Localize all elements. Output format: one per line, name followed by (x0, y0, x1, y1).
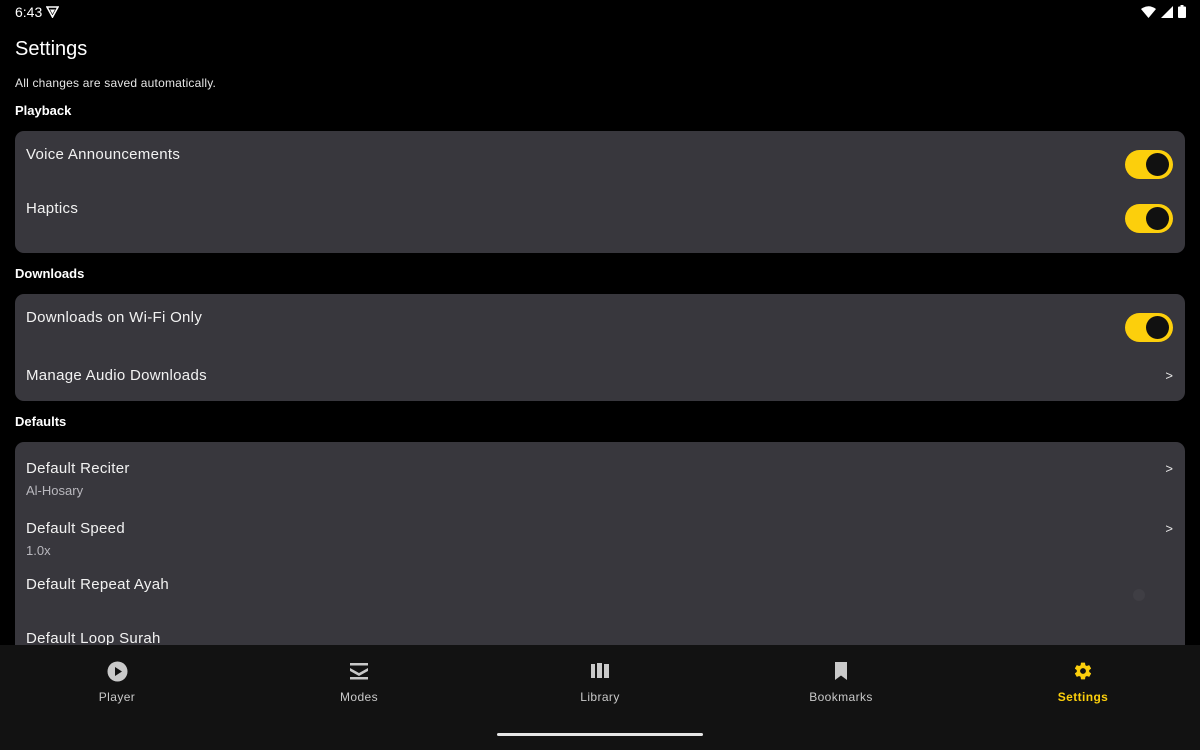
repeat-ayah-toggle[interactable] (1125, 581, 1173, 610)
voice-announcements-toggle[interactable] (1125, 150, 1173, 179)
nav-item-modes[interactable]: Modes (239, 645, 479, 725)
section-label-defaults: Defaults (15, 414, 67, 429)
setting-title: Voice Announcements (26, 146, 181, 163)
setting-title: Manage Audio Downloads (26, 367, 207, 384)
setting-title: Default Speed (26, 520, 125, 537)
vpn-icon (45, 5, 60, 23)
nav-item-library[interactable]: Library (480, 645, 720, 725)
wifi-only-toggle[interactable] (1125, 313, 1173, 342)
nav-label: Modes (339, 690, 379, 704)
bookmark-icon (830, 660, 852, 682)
setting-title: Default Repeat Ayah (26, 576, 170, 593)
nav-item-player[interactable]: Player (0, 645, 237, 725)
setting-value: Al-Hosary (26, 483, 84, 498)
setting-row-wifi-only[interactable]: Downloads on Wi-Fi Only (15, 294, 1185, 354)
downloads-card: Downloads on Wi-Fi Only Manage Audio Dow… (15, 294, 1185, 401)
setting-row-default-reciter[interactable]: Default Reciter Al-Hosary > (15, 442, 1185, 502)
play-circle-icon (106, 660, 128, 682)
page-subtitle: All changes are saved automatically. (15, 76, 217, 90)
haptics-toggle[interactable] (1125, 204, 1173, 233)
setting-title: Haptics (26, 200, 79, 217)
defaults-card: Default Reciter Al-Hosary > Default Spee… (15, 442, 1185, 672)
status-time: 6:43 (15, 4, 43, 20)
nav-item-settings[interactable]: Settings (963, 645, 1200, 725)
section-label-playback: Playback (15, 103, 72, 118)
chevron-right-icon: > (1165, 461, 1173, 476)
setting-row-manage-audio-downloads[interactable]: Manage Audio Downloads > (15, 354, 1185, 401)
playback-card: Voice Announcements Haptics (15, 131, 1185, 253)
battery-icon (1178, 5, 1186, 23)
toggle-knob (1146, 316, 1169, 339)
setting-row-default-speed[interactable]: Default Speed 1.0x > (15, 502, 1185, 562)
nav-label: Player (98, 690, 136, 704)
nav-label: Settings (1057, 690, 1109, 704)
setting-row-haptics[interactable]: Haptics (15, 188, 1185, 245)
section-label-downloads: Downloads (15, 266, 85, 281)
chevron-right-icon: > (1165, 368, 1173, 383)
setting-title: Downloads on Wi-Fi Only (26, 309, 203, 326)
toggle-knob (1146, 207, 1169, 230)
toggle-knob (1133, 589, 1145, 601)
modes-icon (348, 660, 370, 682)
cell-signal-icon (1161, 5, 1173, 23)
nav-item-bookmarks[interactable]: Bookmarks (721, 645, 961, 725)
setting-row-default-repeat-ayah[interactable]: Default Repeat Ayah (15, 562, 1185, 617)
toggle-knob (1146, 153, 1169, 176)
setting-row-voice-announcements[interactable]: Voice Announcements (15, 131, 1185, 188)
chevron-right-icon: > (1165, 521, 1173, 536)
setting-title: Default Reciter (26, 460, 130, 477)
status-bar: 6:43 (0, 0, 1200, 24)
home-indicator[interactable] (497, 733, 703, 736)
library-icon (589, 660, 611, 682)
setting-value: 1.0x (26, 543, 51, 558)
nav-label: Library (580, 690, 620, 704)
page-title: Settings (15, 38, 88, 60)
gear-icon (1072, 660, 1094, 682)
wifi-icon (1141, 5, 1156, 23)
nav-label: Bookmarks (809, 690, 873, 704)
